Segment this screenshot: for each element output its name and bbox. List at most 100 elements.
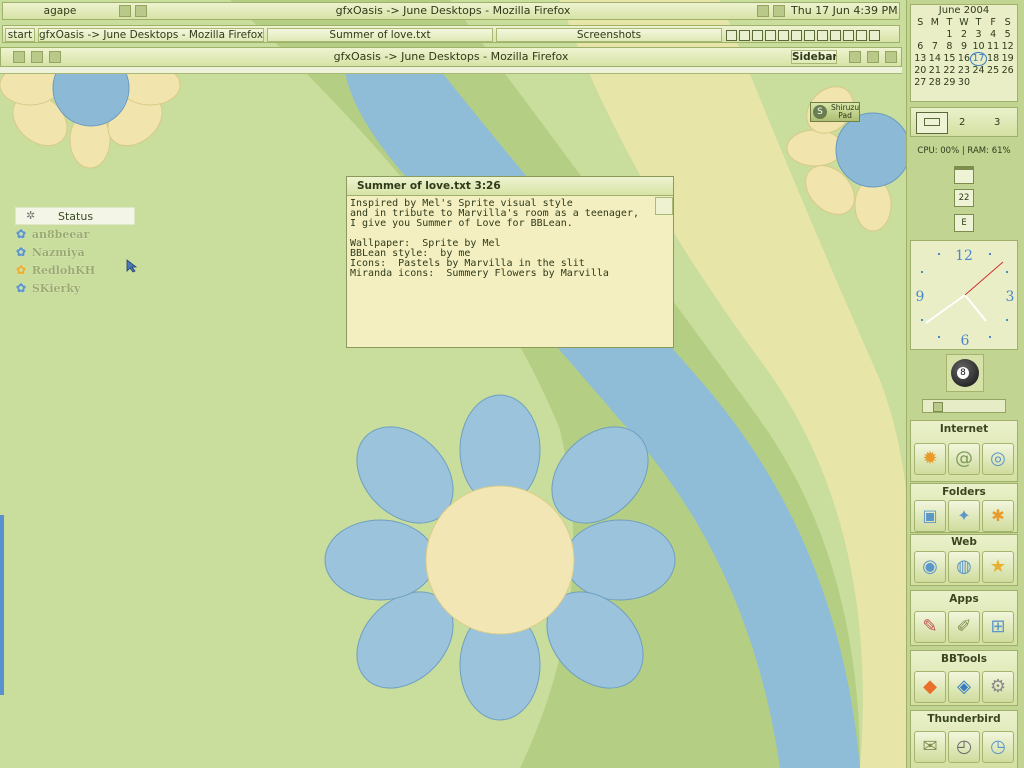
contact-item[interactable]: ✿ an8beear — [16, 227, 89, 243]
calendar-day[interactable]: 15 — [942, 53, 957, 65]
calendar-widget: June 2004 S M T W T F S 1 2 3 4 5 6 7 8 9 10 11 12 13 14 15 16… — [910, 4, 1018, 102]
network-launcher-icon[interactable]: ◎ — [982, 443, 1014, 475]
calendar-today[interactable]: 17 — [970, 52, 987, 66]
calendar-day — [1000, 77, 1015, 89]
tray-icon[interactable] — [843, 29, 854, 41]
contact-item[interactable]: ✿ RedlohKH — [16, 263, 95, 279]
maximize-icon[interactable] — [867, 51, 879, 63]
notes-app-icon[interactable]: ✐ — [948, 611, 980, 643]
shiruzu-pad-widget[interactable]: S Shiruzu Pad — [810, 102, 860, 122]
tray-icon[interactable] — [765, 29, 776, 41]
tray-icon[interactable] — [830, 29, 841, 41]
date-badge[interactable]: 22 — [954, 189, 974, 207]
note-scroll-button[interactable] — [655, 197, 673, 215]
tray-icon[interactable] — [791, 29, 802, 41]
thunderbird-mail-icon[interactable]: ✉ — [914, 731, 946, 763]
task-firefox[interactable]: gfxOasis -> June Desktops - Mozilla Fire… — [38, 28, 264, 42]
contact-item[interactable]: ✿ Nazmiya — [16, 245, 85, 261]
window-shade-icon[interactable] — [49, 51, 61, 63]
tray-icon[interactable] — [778, 29, 789, 41]
workspace-1[interactable] — [916, 112, 948, 134]
window-icon[interactable] — [954, 166, 974, 184]
favorites-folder-icon[interactable]: ✱ — [982, 500, 1014, 532]
calendar-day[interactable]: 21 — [928, 65, 943, 77]
workspace-3[interactable]: 3 — [994, 117, 1000, 128]
settings-gear-icon[interactable]: ⚙ — [982, 671, 1014, 703]
calendar-day[interactable]: 3 — [971, 29, 986, 41]
calendar-day[interactable]: 5 — [1000, 29, 1015, 41]
thunderbird-news-icon[interactable]: ◷ — [982, 731, 1014, 763]
calendar-day[interactable]: 18 — [986, 53, 1001, 65]
calendar-day[interactable]: 25 — [986, 65, 1001, 77]
calendar-day[interactable]: 27 — [913, 77, 928, 89]
slider-thumb[interactable] — [933, 402, 943, 412]
camera-folder-icon[interactable]: ▣ — [914, 500, 946, 532]
eight-ball-widget[interactable]: 8 — [946, 354, 984, 392]
calendar-day[interactable]: 30 — [957, 77, 972, 89]
windows-app-icon[interactable]: ⊞ — [982, 611, 1014, 643]
e-badge[interactable]: E — [954, 214, 974, 232]
calendar-day[interactable]: 16 — [957, 53, 972, 65]
tray-icon[interactable] — [817, 29, 828, 41]
tray-icon[interactable] — [804, 29, 815, 41]
calendar-day[interactable]: 7 — [928, 41, 943, 53]
web-globe-icon[interactable]: ◉ — [914, 551, 946, 583]
miranda-status-button[interactable]: ✲ Status — [15, 207, 135, 225]
toolbar-clock[interactable]: Thu 17 Jun 4:39 PM — [791, 5, 897, 19]
sticky-note-window[interactable]: Summer of love.txt 3:26 Inspired by Mel'… — [346, 176, 674, 348]
calendar-day[interactable]: 24 — [971, 65, 986, 77]
workspace-2[interactable]: 2 — [959, 117, 965, 128]
calendar-day[interactable]: 29 — [942, 77, 957, 89]
calendar-day[interactable]: 13 — [913, 53, 928, 65]
workspace-label[interactable]: agape — [5, 5, 115, 19]
sidebar-toggle-button[interactable]: Sidebar — [791, 50, 837, 64]
task-screenshots[interactable]: Screenshots — [496, 28, 722, 42]
task-summer-of-love[interactable]: Summer of love.txt — [267, 28, 493, 42]
calendar-day[interactable]: 20 — [913, 65, 928, 77]
tray-icon[interactable] — [856, 29, 867, 41]
calendar-day[interactable]: 2 — [957, 29, 972, 41]
web-browser-icon[interactable]: ◍ — [948, 551, 980, 583]
window-pin-icon[interactable] — [31, 51, 43, 63]
tray-icon[interactable] — [869, 29, 880, 41]
volume-slider[interactable] — [922, 399, 1006, 413]
thunderbird-clock-icon[interactable]: ◴ — [948, 731, 980, 763]
close-icon[interactable] — [885, 51, 897, 63]
firefox-window-titlebar[interactable]: gfxOasis -> June Desktops - Mozilla Fire… — [0, 47, 902, 67]
firefox-launcher-icon[interactable]: ✹ — [914, 443, 946, 475]
prev-window-button[interactable] — [757, 5, 769, 17]
editor-app-icon[interactable]: ✎ — [914, 611, 946, 643]
tray-icon[interactable] — [752, 29, 763, 41]
calendar-day[interactable]: 28 — [928, 77, 943, 89]
calendar-day[interactable]: 1 — [942, 29, 957, 41]
web-bookmark-icon[interactable]: ★ — [982, 551, 1014, 583]
calendar-day[interactable]: 9 — [957, 41, 972, 53]
group-title: Internet — [939, 423, 989, 435]
next-window-button[interactable] — [773, 5, 785, 17]
sticky-note-title[interactable]: Summer of love.txt 3:26 — [347, 177, 673, 196]
bbstyle-tool-icon[interactable]: ◆ — [914, 671, 946, 703]
calendar-day[interactable]: 19 — [1000, 53, 1015, 65]
calendar-day[interactable]: 14 — [928, 53, 943, 65]
tray-icon[interactable] — [739, 29, 750, 41]
calendar-day[interactable]: 22 — [942, 65, 957, 77]
mail-launcher-icon[interactable]: @ — [948, 443, 980, 475]
calendar-day[interactable]: 8 — [942, 41, 957, 53]
window-menu-icon[interactable] — [13, 51, 25, 63]
sticky-note-body[interactable]: Inspired by Mel's Sprite visual style and… — [347, 196, 673, 279]
start-button[interactable]: start — [5, 28, 35, 42]
calendar-day[interactable]: 23 — [957, 65, 972, 77]
prev-workspace-button[interactable] — [119, 5, 131, 17]
calendar-day[interactable]: 4 — [986, 29, 1001, 41]
tray-icon[interactable] — [726, 29, 737, 41]
starred-folder-icon[interactable]: ✦ — [948, 500, 980, 532]
calendar-day[interactable]: 11 — [986, 41, 1001, 53]
minimize-icon[interactable] — [849, 51, 861, 63]
calendar-day[interactable]: 6 — [913, 41, 928, 53]
calendar-day[interactable]: 26 — [1000, 65, 1015, 77]
next-workspace-button[interactable] — [135, 5, 147, 17]
bbwall-tool-icon[interactable]: ◈ — [948, 671, 980, 703]
calendar-day[interactable]: 12 — [1000, 41, 1015, 53]
contact-item[interactable]: ✿ SKierky — [16, 281, 80, 297]
calendar-day[interactable]: 10 — [971, 41, 986, 53]
